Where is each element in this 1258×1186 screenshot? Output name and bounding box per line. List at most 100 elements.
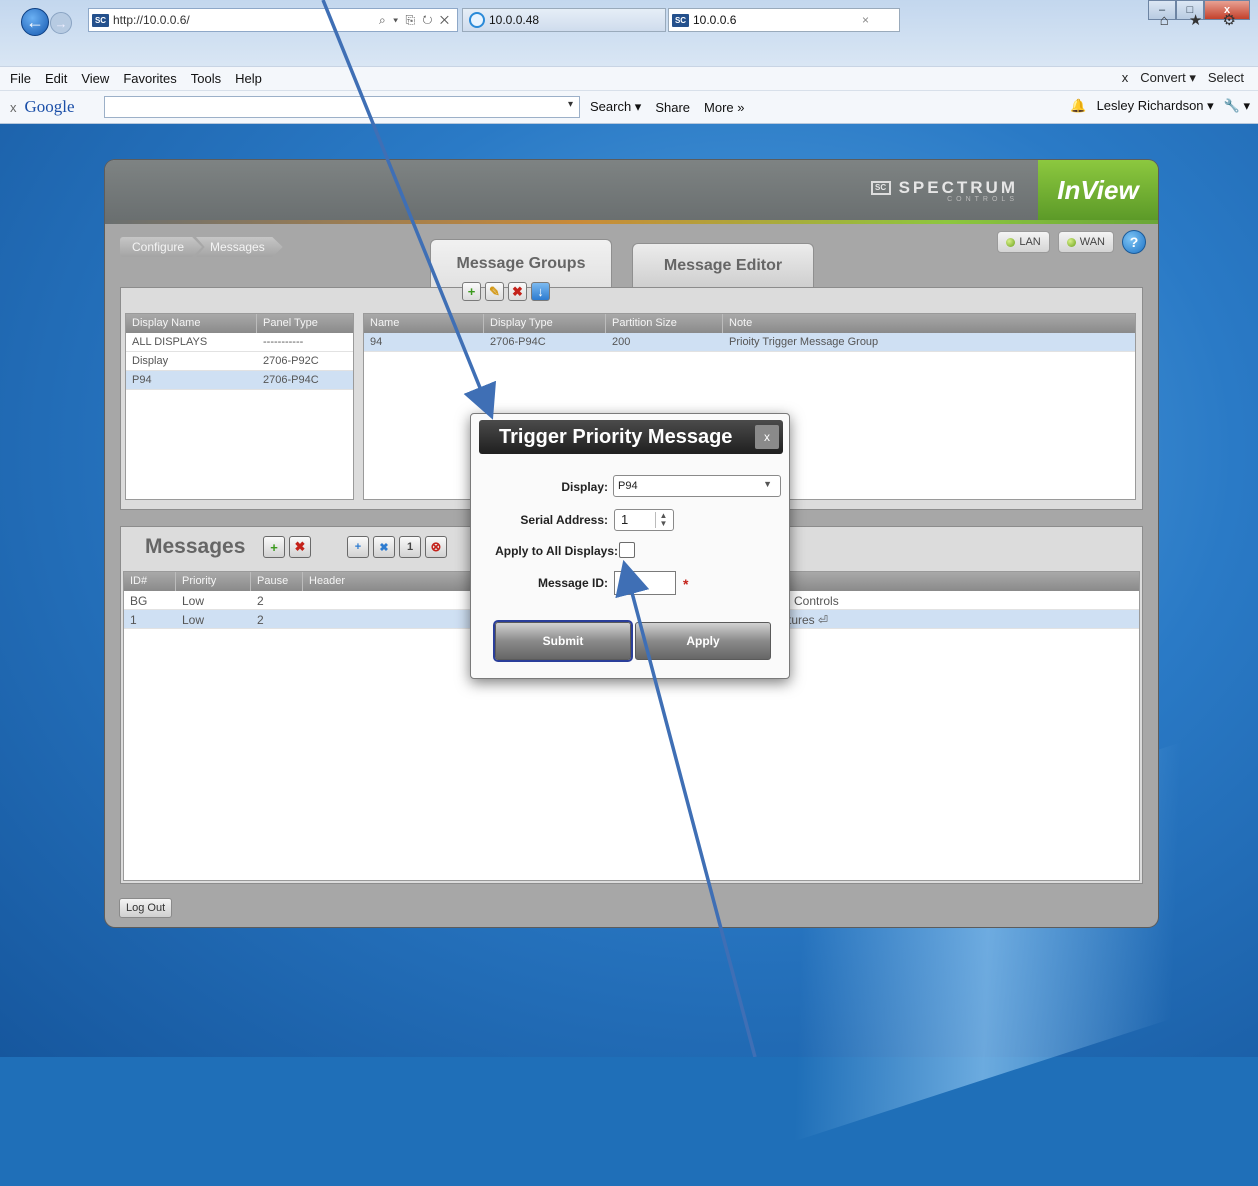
- serial-address-label: Serial Address:: [520, 513, 608, 527]
- wrench-icon[interactable]: 🔧 ▾: [1224, 98, 1250, 114]
- menu-file[interactable]: File: [10, 71, 31, 86]
- message-id-input[interactable]: [614, 571, 676, 595]
- column-partition-size[interactable]: Partition Size: [606, 314, 723, 333]
- column-display-type[interactable]: Display Type: [484, 314, 606, 333]
- menu-help[interactable]: Help: [235, 71, 262, 86]
- bell-icon[interactable]: 🔔: [1070, 98, 1086, 114]
- site-favicon-icon: SC: [672, 13, 689, 27]
- google-toolbar-close-icon[interactable]: x: [10, 100, 17, 115]
- user-account-button[interactable]: Lesley Richardson ▾: [1097, 98, 1214, 114]
- displays-table-header: Display Name Panel Type: [126, 314, 353, 333]
- cell-display-type: 2706-P94C: [490, 336, 546, 348]
- serial-address-stepper[interactable]: 1 ▲ ▼: [614, 509, 674, 531]
- back-arrow-icon: ←: [26, 11, 44, 32]
- column-priority[interactable]: Priority: [176, 572, 251, 591]
- header-accent-rule: [105, 220, 1158, 224]
- tab-label: 10.0.0.48: [489, 13, 540, 27]
- add-message-icon[interactable]: +: [263, 536, 285, 558]
- google-search-input[interactable]: [104, 96, 580, 118]
- apply-button[interactable]: Apply: [635, 622, 771, 660]
- menu-edit[interactable]: Edit: [45, 71, 67, 86]
- title-bar: ← → SC http://10.0.0.6/ ⌕ ▾ ⎘ ↻ ✕ 10.0.0…: [0, 0, 1258, 66]
- messages-title: Messages: [145, 535, 246, 558]
- address-bar[interactable]: SC http://10.0.0.6/ ⌕ ▾ ⎘ ↻ ✕: [88, 8, 458, 32]
- column-note[interactable]: Note: [723, 314, 1135, 333]
- trigger-one-icon[interactable]: 1: [399, 536, 421, 558]
- select-button[interactable]: Select: [1208, 70, 1244, 86]
- remove-trigger-icon[interactable]: ✖: [373, 536, 395, 558]
- column-pause[interactable]: Pause: [251, 572, 303, 591]
- edit-group-icon[interactable]: ✎: [485, 282, 504, 301]
- table-row-selected[interactable]: P94 2706-P94C: [126, 371, 353, 390]
- browser-chrome: ← → SC http://10.0.0.6/ ⌕ ▾ ⎘ ↻ ✕ 10.0.0…: [0, 0, 1258, 124]
- chevron-down-icon: ▼: [763, 479, 772, 489]
- menu-tools[interactable]: Tools: [191, 71, 221, 86]
- wan-label: WAN: [1079, 236, 1105, 248]
- google-more-button[interactable]: More »: [704, 100, 744, 115]
- connection-status: LAN WAN ?: [997, 230, 1146, 254]
- help-icon[interactable]: ?: [1122, 230, 1146, 254]
- google-search-button[interactable]: Search ▾: [590, 99, 641, 115]
- cell-priority: Low: [182, 594, 205, 608]
- breadcrumb-configure[interactable]: Configure: [120, 237, 203, 257]
- toolbar-close-icon[interactable]: x: [1122, 70, 1129, 86]
- brand-name: SPECTRUM: [898, 178, 1018, 197]
- google-search-dropdown-icon[interactable]: ▾: [568, 99, 573, 110]
- delete-message-icon[interactable]: ✖: [289, 536, 311, 558]
- google-toolbar: x Google ▾ Search ▾ Share More » 🔔 Lesle…: [0, 90, 1258, 124]
- back-button[interactable]: ←: [21, 8, 49, 36]
- breadcrumb-messages[interactable]: Messages: [196, 237, 283, 257]
- google-share-button[interactable]: Share: [655, 100, 690, 115]
- groups-toolbar: + ✎ ✖ ↓: [462, 282, 550, 301]
- spectrum-logo: SC SPECTRUM CONTROLS: [870, 178, 1018, 203]
- download-group-icon[interactable]: ↓: [531, 282, 550, 301]
- column-name[interactable]: Name: [364, 314, 484, 333]
- app-header: SC SPECTRUM CONTROLS InView: [105, 160, 1158, 220]
- table-row[interactable]: Display 2706-P92C: [126, 352, 353, 371]
- menu-bar: File Edit View Favorites Tools Help x Co…: [0, 66, 1258, 90]
- convert-button[interactable]: Convert ▾: [1140, 70, 1196, 86]
- displays-table: Display Name Panel Type ALL DISPLAYS ---…: [125, 313, 354, 500]
- wan-led-icon: [1066, 237, 1076, 247]
- lan-status-button[interactable]: LAN: [997, 231, 1050, 253]
- table-row-selected[interactable]: 94 2706-P94C 200 Prioity Trigger Message…: [364, 333, 1135, 352]
- add-group-icon[interactable]: +: [462, 282, 481, 301]
- display-select[interactable]: P94 ▼: [613, 475, 781, 497]
- cell-panel-type: 2706-P94C: [263, 374, 319, 386]
- display-select-value: P94: [618, 480, 638, 492]
- address-bar-icons[interactable]: ⌕ ▾ ⎘ ↻ ✕: [379, 13, 451, 28]
- home-favorites-settings-icons[interactable]: ⌂ ★ ⚙: [1160, 11, 1244, 29]
- required-marker: *: [683, 576, 689, 592]
- spectrum-logo-icon: SC: [870, 181, 891, 195]
- column-panel-type[interactable]: Panel Type: [257, 314, 353, 333]
- browser-tab-2[interactable]: SC 10.0.0.6 ×: [668, 8, 900, 32]
- tab-message-groups[interactable]: Message Groups: [430, 239, 612, 287]
- browser-tab-1[interactable]: 10.0.0.48: [462, 8, 666, 32]
- dialog-close-icon[interactable]: x: [755, 425, 779, 449]
- spinner-arrows-icon[interactable]: ▲ ▼: [655, 512, 671, 528]
- groups-table-header: Name Display Type Partition Size Note: [364, 314, 1135, 333]
- brand-subtitle: CONTROLS: [947, 196, 1018, 203]
- add-trigger-icon[interactable]: +: [347, 536, 369, 558]
- table-row[interactable]: ALL DISPLAYS -----------: [126, 333, 353, 352]
- forward-button[interactable]: →: [50, 12, 72, 34]
- logout-button[interactable]: Log Out: [119, 898, 173, 918]
- cell-name: 94: [370, 336, 383, 348]
- tab-close-icon[interactable]: ×: [862, 13, 869, 27]
- tab-message-editor[interactable]: Message Editor: [632, 243, 814, 287]
- apply-all-checkbox[interactable]: [619, 542, 635, 558]
- delete-group-icon[interactable]: ✖: [508, 282, 527, 301]
- menu-view[interactable]: View: [81, 71, 109, 86]
- submit-button[interactable]: Submit: [495, 622, 631, 660]
- google-toolbar-buttons: Search ▾ Share More »: [590, 99, 745, 115]
- cell-priority: Low: [182, 613, 205, 627]
- column-id[interactable]: ID#: [124, 572, 176, 591]
- cell-id: BG: [130, 594, 148, 608]
- messages-toolbar: + ✖: [263, 536, 311, 558]
- wan-status-button[interactable]: WAN: [1057, 231, 1114, 253]
- column-display-name[interactable]: Display Name: [126, 314, 257, 333]
- menu-favorites[interactable]: Favorites: [123, 71, 176, 86]
- stop-trigger-icon[interactable]: ⊗: [425, 536, 447, 558]
- cell-note: Prioity Trigger Message Group: [729, 336, 879, 348]
- serial-address-value: 1: [621, 512, 629, 527]
